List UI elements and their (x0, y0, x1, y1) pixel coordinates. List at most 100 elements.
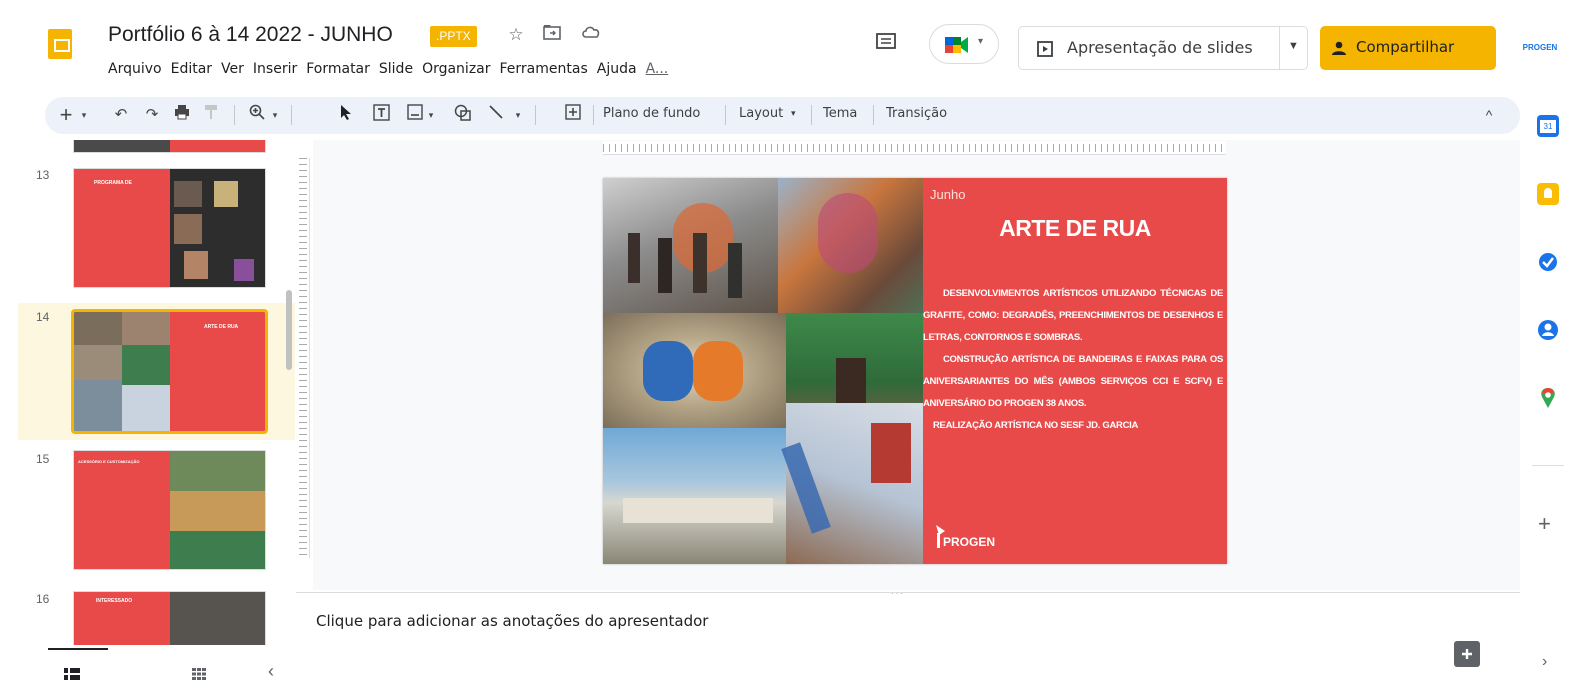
new-slide-icon[interactable]: + (57, 104, 75, 126)
document-title[interactable]: Portfólio 6 à 14 2022 - JUNHO (108, 23, 393, 47)
share-button[interactable]: Compartilhar (1320, 26, 1496, 70)
transition-button[interactable]: Transição (886, 106, 947, 121)
present-button[interactable]: Apresentação de slides ▼ (1018, 26, 1308, 70)
slide-thumbnail-15[interactable]: ACESSÓRIO E CUSTOMIZAÇÃO (73, 450, 266, 570)
speaker-notes[interactable]: ··· Clique para adicionar as anotações d… (296, 589, 1520, 697)
image-icon[interactable] (405, 104, 425, 126)
slide-paragraph: REALIZAÇÃO ARTÍSTICA NO SESF JD. GARCIA (933, 420, 1139, 431)
grid-view-icon[interactable] (192, 667, 206, 680)
vertical-ruler (296, 158, 310, 558)
print-icon[interactable] (172, 104, 192, 126)
photo-38-floor-art (603, 313, 786, 428)
toolbar-divider (811, 105, 812, 125)
line-dropdown-icon[interactable]: ▾ (513, 104, 523, 126)
photo-progen-flag (781, 403, 923, 564)
slide-body: DESENVOLVIMENTOS ARTÍSTICOS UTILIZANDO T… (923, 283, 1223, 437)
toolbar: + ▾ ↶ ↷ ▾ ▾ ▾ Plano de fundo Layout ▾ Te… (45, 97, 1520, 134)
meet-button[interactable]: ▾ (929, 24, 999, 64)
account-avatar[interactable]: PROGEN (1520, 33, 1560, 63)
toolbar-divider (593, 105, 594, 125)
paint-format-icon[interactable] (201, 104, 221, 126)
menu-ver[interactable]: Ver (221, 61, 244, 83)
select-cursor-icon[interactable] (337, 104, 355, 126)
toolbar-divider (291, 105, 292, 125)
toolbar-divider (725, 105, 726, 125)
star-icon[interactable]: ☆ (505, 24, 527, 46)
insert-comment-icon[interactable] (563, 104, 583, 126)
menu-slide[interactable]: Slide (379, 61, 413, 83)
toolbar-divider (234, 105, 235, 125)
contacts-icon[interactable] (1537, 319, 1559, 341)
toolbar-divider (535, 105, 536, 125)
header: Portfólio 6 à 14 2022 - JUNHO .PPTX ☆ Ar… (0, 0, 1575, 93)
layout-button[interactable]: Layout (739, 106, 783, 121)
menu-ajuda[interactable]: Ajuda (597, 61, 637, 83)
menu-accessibility[interactable]: A... (646, 61, 669, 83)
undo-icon[interactable]: ↶ (111, 104, 131, 126)
expand-panel-icon[interactable]: › (1542, 653, 1547, 671)
line-icon[interactable] (486, 104, 506, 126)
photo-outdoor-banner (603, 428, 786, 564)
maps-icon[interactable] (1537, 387, 1559, 409)
thumbnail-title: INTERESSADO (96, 598, 133, 604)
menu-arquivo[interactable]: Arquivo (108, 61, 162, 83)
notes-resize-handle[interactable]: ··· (891, 589, 905, 598)
shape-icon[interactable] (452, 104, 472, 126)
collapse-toolbar-icon[interactable]: ^ (1480, 104, 1498, 126)
slides-app: Portfólio 6 à 14 2022 - JUNHO .PPTX ☆ Ar… (0, 0, 1575, 697)
slide-thumbnail-14[interactable]: ARTE DE RUA (71, 309, 268, 434)
redo-icon[interactable]: ↷ (142, 104, 162, 126)
slide-number: 16 (36, 592, 50, 606)
thumbnail-title: PROGRAMA DE (94, 180, 132, 186)
cloud-status-icon[interactable] (580, 24, 602, 46)
slide-thumbnail-13[interactable]: PROGRAMA DE (73, 168, 266, 288)
filmstrip-scrollbar[interactable] (286, 290, 292, 370)
menu-ferramentas[interactable]: Ferramentas (500, 61, 588, 83)
slide-thumbnail[interactable] (73, 140, 266, 153)
current-slide[interactable]: Junho ARTE DE RUA DESENVOLVIMENTOS ARTÍS… (603, 178, 1227, 564)
comments-icon[interactable] (875, 32, 899, 54)
slide-month: Junho (930, 187, 966, 202)
filmstrip: 13 PROGRAMA DE 14 ARTE DE RUA 15 ACESSÓR… (0, 140, 295, 645)
theme-button[interactable]: Tema (823, 106, 857, 121)
slide-paragraph: CONSTRUÇÃO ARTÍSTICA DE BANDEIRAS E FAIX… (923, 354, 1223, 409)
slide-number: 15 (36, 452, 50, 466)
present-dropdown-icon[interactable]: ▼ (1288, 40, 1299, 52)
add-note-icon[interactable] (1454, 641, 1480, 667)
slide-brand: PROGEN (943, 535, 996, 549)
present-label: Apresentação de slides (1067, 38, 1253, 57)
keep-icon[interactable] (1537, 183, 1559, 205)
photo-graffiti-wall (603, 178, 778, 313)
calendar-icon[interactable]: 31 (1537, 115, 1559, 137)
menu-organizar[interactable]: Organizar (422, 61, 490, 83)
menu-editar[interactable]: Editar (171, 61, 212, 83)
slides-logo-icon[interactable] (48, 29, 72, 59)
photo-mural-face (778, 178, 923, 313)
layout-dropdown-icon[interactable]: ▾ (791, 109, 796, 119)
thumbnail-title: ACESSÓRIO E CUSTOMIZAÇÃO (78, 459, 140, 464)
background-button[interactable]: Plano de fundo (603, 106, 700, 121)
add-addon-icon[interactable]: + (1538, 511, 1551, 537)
notes-placeholder[interactable]: Clique para adicionar as anotações do ap… (316, 612, 708, 630)
slide-thumbnail-16[interactable]: INTERESSADO (73, 591, 266, 645)
tasks-icon[interactable] (1537, 251, 1559, 273)
thumbnail-title: ARTE DE RUA (204, 324, 239, 330)
zoom-icon[interactable] (246, 104, 268, 126)
menu-formatar[interactable]: Formatar (306, 61, 370, 83)
active-view-indicator (48, 648, 108, 650)
new-slide-dropdown-icon[interactable]: ▾ (79, 104, 89, 126)
file-extension-badge: .PPTX (430, 26, 477, 47)
menu-bar: Arquivo Editar Ver Inserir Formatar Slid… (108, 61, 677, 83)
slide-paragraph: DESENVOLVIMENTOS ARTÍSTICOS UTILIZANDO T… (923, 288, 1223, 343)
menu-inserir[interactable]: Inserir (253, 61, 297, 83)
text-box-icon[interactable] (371, 104, 391, 126)
meet-icon (945, 37, 968, 53)
slide-number: 13 (36, 168, 50, 182)
horizontal-ruler (603, 141, 1226, 155)
move-folder-icon[interactable] (541, 24, 563, 46)
slide-number: 14 (36, 310, 50, 324)
image-dropdown-icon[interactable]: ▾ (426, 104, 436, 126)
filmstrip-view-icon[interactable] (64, 667, 80, 680)
zoom-dropdown-icon[interactable]: ▾ (270, 104, 280, 126)
collapse-filmstrip-icon[interactable]: ‹ (268, 661, 274, 682)
